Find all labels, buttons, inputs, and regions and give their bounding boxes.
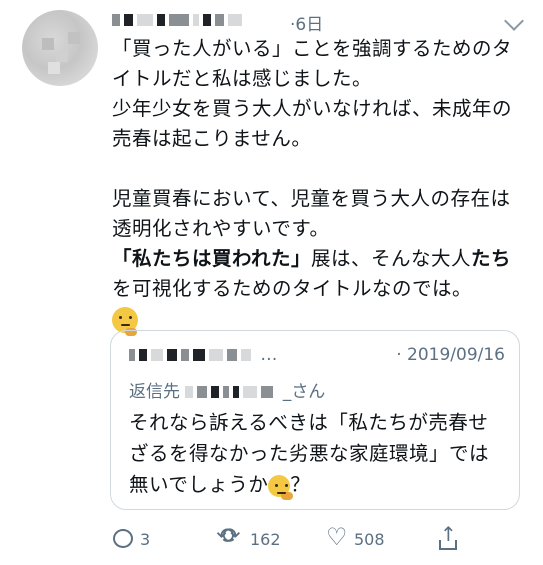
tweet-line: 透明化されやすいです。 [112,217,330,240]
quoted-tweet[interactable]: … · 2019/09/16 返信先 _さん それなら訴えるべきは「私たちが売春… [110,330,520,510]
reply-icon [112,528,134,550]
replying-to: 返信先 _さん [129,377,325,402]
share-button[interactable] [436,522,464,553]
chevron-down-icon[interactable] [504,11,524,31]
tweet-line: を可視化するためのタイトルなのでは。 [112,277,473,300]
bold-exhibition-title: 「私たちは買われた」 [112,247,312,270]
quoted-line: ざるを得なかった劣悪な家庭環境」では [129,442,490,465]
avatar[interactable] [22,10,98,86]
like-count: 508 [354,529,385,549]
tweet-text-mid: 展は、そんな大人 [311,247,472,270]
tweet-line: イトルだと私は感じました。 [112,67,373,90]
quoted-line: それなら訴えるべきは「私たちが売春せ [129,411,489,434]
like-button[interactable]: 508 [326,523,385,553]
quoted-tweet-text: それなら訴えるべきは「私たちが売春せ ざるを得なかった劣悪な家庭環境」では 無い… [129,407,509,500]
replying-to-suffix: _さん [282,382,326,402]
retweet-button[interactable]: 162 [216,524,281,553]
thinking-face-icon [112,306,138,336]
retweet-icon [216,524,240,550]
quoted-tweet-date: · 2019/09/16 [396,345,505,365]
tweet-line: 「買った人がいる」ことを強調するためのタ [112,37,513,60]
tweet-text: 「買った人がいる」ことを強調するためのタ イトルだと私は感じました。 少年少女を… [112,34,522,336]
quoted-line: 無いでしょうか [129,473,269,496]
reply-button[interactable]: 3 [112,525,150,553]
quoted-ellipsis: … [260,345,278,365]
tweet-line: 少年少女を買う大人がいなければ、未成年の [112,97,513,120]
reply-count: 3 [140,529,151,549]
thinking-face-icon [268,474,294,500]
quoted-tweet-header: … · 2019/09/16 [129,345,505,365]
heart-icon [326,523,348,551]
retweet-count: 162 [250,529,281,549]
redacted-quoted-name [129,345,260,365]
share-icon [436,522,458,550]
bold-tachi: たち [471,247,512,270]
replying-to-prefix: 返信先 [129,382,180,402]
redacted-reply-handle [185,382,282,402]
tweet-actions: 3 162 508 [112,522,532,553]
tweet-header: ·6日 [112,10,529,35]
tweet-line: 児童買春において、児童を買う大人の存在は [112,187,511,210]
redacted-display-name[interactable] [112,10,246,30]
tweet-time[interactable]: ·6日 [290,10,323,35]
quoted-text-tail: ？ [290,473,311,496]
tweet-line: 売春は起こりません。 [112,127,312,150]
